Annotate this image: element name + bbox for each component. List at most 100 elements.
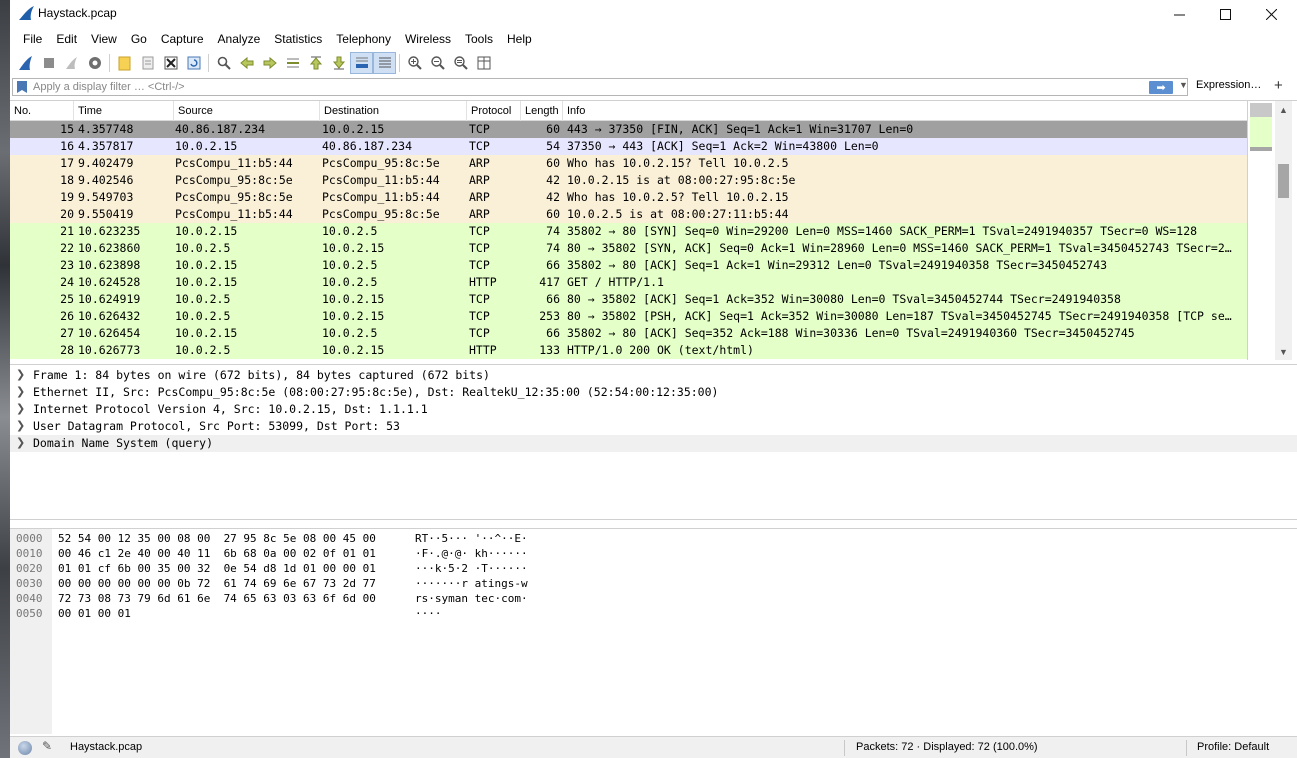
add-filter-button[interactable]: +: [1274, 77, 1283, 94]
packet-row[interactable]: 26 10.626432 10.0.2.5 10.0.2.15 TCP 253 80 → 3…: [10, 308, 1247, 325]
resize-columns-button[interactable]: [472, 52, 495, 74]
scrollbar-thumb[interactable]: [1278, 164, 1289, 198]
expert-info-icon[interactable]: [18, 741, 32, 755]
wireshark-window: Haystack.pcap File Edit View Go Capture …: [10, 0, 1297, 758]
zoom-in-button[interactable]: [403, 52, 426, 74]
chevron-right-icon[interactable]: ❯: [16, 368, 25, 381]
packet-row[interactable]: 22 10.623860 10.0.2.5 10.0.2.15 TCP 74 80 → 35…: [10, 240, 1247, 257]
gear-icon: [88, 57, 101, 69]
chevron-right-icon[interactable]: ❯: [16, 385, 25, 398]
packet-protocol: ARP: [469, 190, 490, 204]
status-separator: [1186, 740, 1187, 756]
packet-row[interactable]: 27 10.626454 10.0.2.15 10.0.2.5 TCP 66 35802 →…: [10, 325, 1247, 342]
packet-source: 10.0.2.5: [175, 241, 231, 255]
byte-ascii: ·F·.@·@· kh······: [415, 547, 528, 560]
column-time[interactable]: Time: [74, 101, 174, 121]
save-file-button[interactable]: [136, 52, 159, 74]
menu-file[interactable]: File: [16, 28, 49, 50]
column-protocol[interactable]: Protocol: [467, 101, 521, 121]
detail-text: Internet Protocol Version 4, Src: 10.0.2…: [33, 402, 428, 416]
packet-row[interactable]: 23 10.623898 10.0.2.15 10.0.2.5 TCP 66 35802 →…: [10, 257, 1247, 274]
zoom-out-button[interactable]: [426, 52, 449, 74]
menu-statistics[interactable]: Statistics: [267, 28, 329, 50]
restart-fin-icon: [65, 57, 77, 69]
packet-row[interactable]: 24 10.624528 10.0.2.15 10.0.2.5 HTTP 417 GET /…: [10, 274, 1247, 291]
minimap-green-band: [1250, 117, 1272, 147]
bookmark-icon[interactable]: [17, 81, 27, 93]
packet-row[interactable]: 28 10.626773 10.0.2.5 10.0.2.15 HTTP 133 HTTP/…: [10, 342, 1247, 359]
apply-filter-arrow-icon[interactable]: ➡: [1149, 81, 1173, 94]
packet-list-scrollbar[interactable]: ▲ ▼: [1275, 101, 1292, 360]
menu-help[interactable]: Help: [500, 28, 539, 50]
packet-row[interactable]: 18 9.402546 PcsCompu_95:8c:5e PcsCompu_11:b…: [10, 172, 1247, 189]
packet-row[interactable]: 16 4.357817 10.0.2.15 40.86.187.234 TCP 54 373…: [10, 138, 1247, 155]
detail-ipv4[interactable]: ❯ Internet Protocol Version 4, Src: 10.0…: [10, 401, 1297, 418]
minimize-button[interactable]: [1156, 0, 1202, 28]
detail-dns[interactable]: ❯ Domain Name System (query): [10, 435, 1297, 452]
status-file-name: Haystack.pcap: [70, 741, 143, 753]
last-packet-button[interactable]: [327, 52, 350, 74]
status-profile[interactable]: Profile: Default: [1197, 741, 1269, 753]
detail-text: Ethernet II, Src: PcsCompu_95:8c:5e (08:…: [33, 385, 719, 399]
column-no[interactable]: No.: [10, 101, 74, 121]
chevron-right-icon[interactable]: ❯: [16, 402, 25, 415]
capture-comment-icon[interactable]: ✎: [42, 739, 52, 753]
first-packet-button[interactable]: [304, 52, 327, 74]
display-filter-input[interactable]: Apply a display filter … <Ctrl-/> ➡ ▼: [12, 78, 1188, 96]
column-source[interactable]: Source: [174, 101, 320, 121]
packet-source: 10.0.2.15: [175, 275, 238, 289]
scroll-down-icon[interactable]: ▼: [1275, 343, 1292, 360]
find-packet-button[interactable]: [212, 52, 235, 74]
packet-minimap[interactable]: [1247, 101, 1275, 360]
menu-edit[interactable]: Edit: [49, 28, 84, 50]
menu-go[interactable]: Go: [124, 28, 154, 50]
packet-row[interactable]: 19 9.549703 PcsCompu_95:8c:5e PcsCompu_11:b…: [10, 189, 1247, 206]
packet-row[interactable]: 21 10.623235 10.0.2.15 10.0.2.5 TCP 74 35802 →…: [10, 223, 1247, 240]
capture-options-button[interactable]: [83, 52, 106, 74]
colorize-icon: [378, 57, 391, 68]
filter-history-dropdown-icon[interactable]: ▼: [1179, 80, 1188, 90]
file-icon: [142, 56, 153, 70]
column-info[interactable]: Info: [563, 101, 1247, 121]
expression-button[interactable]: Expression…: [1196, 79, 1261, 91]
packet-no: 19: [60, 190, 74, 204]
colorize-button[interactable]: [373, 52, 396, 74]
packet-row[interactable]: 20 9.550419 PcsCompu_11:b5:44 PcsCompu_95:8…: [10, 206, 1247, 223]
menu-wireless[interactable]: Wireless: [398, 28, 458, 50]
auto-scroll-button[interactable]: [350, 52, 373, 74]
detail-ethernet[interactable]: ❯ Ethernet II, Src: PcsCompu_95:8c:5e (0…: [10, 384, 1297, 401]
packet-time: 10.624528: [78, 275, 141, 289]
packet-protocol: ARP: [469, 156, 490, 170]
menu-view[interactable]: View: [84, 28, 124, 50]
menu-capture[interactable]: Capture: [154, 28, 211, 50]
go-to-packet-button[interactable]: [281, 52, 304, 74]
go-back-button[interactable]: [235, 52, 258, 74]
chevron-right-icon[interactable]: ❯: [16, 436, 25, 449]
maximize-button[interactable]: [1202, 0, 1248, 28]
column-length[interactable]: Length: [521, 101, 563, 121]
start-capture-button[interactable]: [14, 52, 37, 74]
packet-row[interactable]: 25 10.624919 10.0.2.5 10.0.2.15 TCP 66 80 → 35…: [10, 291, 1247, 308]
menu-tools[interactable]: Tools: [458, 28, 500, 50]
zoom-out-icon: [430, 56, 445, 70]
menu-telephony[interactable]: Telephony: [329, 28, 398, 50]
close-file-button[interactable]: [159, 52, 182, 74]
packet-source: PcsCompu_11:b5:44: [175, 207, 293, 221]
byte-hex: 72 73 08 73 79 6d 61 6e 74 65 63 03 63 6…: [58, 592, 376, 605]
detail-udp[interactable]: ❯ User Datagram Protocol, Src Port: 5309…: [10, 418, 1297, 435]
menu-analyze[interactable]: Analyze: [211, 28, 268, 50]
packet-row[interactable]: 17 9.402479 PcsCompu_11:b5:44 PcsCompu_95:8…: [10, 155, 1247, 172]
column-destination[interactable]: Destination: [320, 101, 467, 121]
chevron-right-icon[interactable]: ❯: [16, 419, 25, 432]
go-forward-button[interactable]: [258, 52, 281, 74]
reload-file-button[interactable]: [182, 52, 205, 74]
close-button[interactable]: [1248, 0, 1294, 28]
detail-frame[interactable]: ❯ Frame 1: 84 bytes on wire (672 bits), …: [10, 367, 1297, 384]
restart-capture-button[interactable]: [60, 52, 83, 74]
byte-hex: 01 01 cf 6b 00 35 00 32 0e 54 d8 1d 01 0…: [58, 562, 376, 575]
normal-size-button[interactable]: [449, 52, 472, 74]
packet-row[interactable]: 15 4.357748 40.86.187.234 10.0.2.15 TCP 60 443…: [10, 121, 1247, 138]
stop-capture-button[interactable]: [37, 52, 60, 74]
scroll-up-icon[interactable]: ▲: [1275, 101, 1292, 118]
open-file-button[interactable]: [113, 52, 136, 74]
